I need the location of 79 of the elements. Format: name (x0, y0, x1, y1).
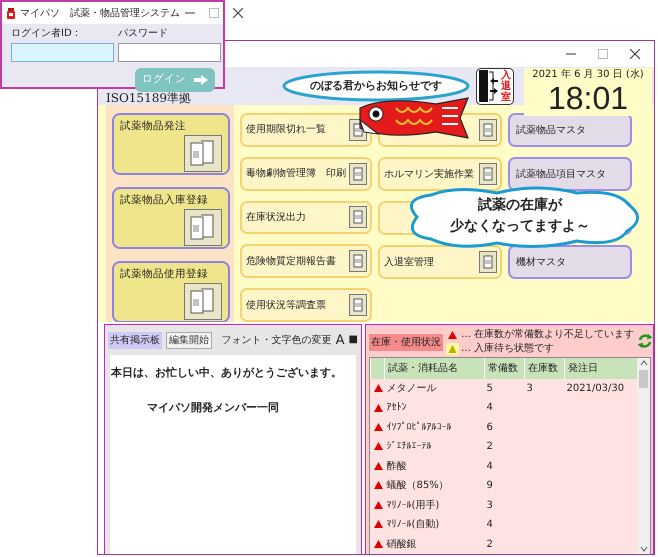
table-cell-text: 蟻酸（85%） (386, 478, 450, 494)
jar-icon (184, 208, 222, 246)
menu-button[interactable]: ホルマリン実施作業 (378, 157, 502, 191)
table-cell-text: 4 (486, 401, 494, 416)
menu-button[interactable]: 使用期限切れ一覧 (240, 113, 372, 147)
table-cell-text: ｼﾞｴﾁﾙｴｰﾃﾙ (386, 440, 432, 454)
bottle-icon (7, 8, 15, 18)
menu-button[interactable]: 毒物劇物管理簿 印刷 (240, 156, 372, 191)
menu-button[interactable]: 試薬物品入庫登録 (112, 187, 230, 249)
table-cell-text: 3 (486, 498, 494, 513)
table-cell-text: 2 (486, 440, 494, 454)
edit-button[interactable]: 編集開始 (166, 332, 212, 348)
jar-icon (184, 282, 222, 320)
jar-icon (349, 162, 367, 185)
menu-button[interactable]: 試薬物品項目マスタ (508, 157, 632, 191)
table-cell-text: 6 (486, 420, 494, 435)
jar-icon (479, 163, 497, 185)
jar-icon (349, 250, 367, 272)
font-color-label: フォント・文字色の変更 (222, 334, 332, 348)
arrow-icon (194, 75, 208, 85)
menu-button[interactable]: 試薬物品使用登録 (112, 261, 230, 322)
scrollbar-thumb[interactable] (639, 370, 648, 388)
id-field[interactable] (11, 43, 114, 62)
table-cell-text: 酢酸 (386, 460, 408, 474)
stock-title: 在庫・使用状況 (369, 334, 443, 351)
message-text: マイパソ開発メンバー一同 (147, 400, 279, 416)
legend-text: … 入庫待ち状態です (461, 342, 554, 356)
table-cell-text: ﾏﾘﾉｰﾙ(用手) (386, 498, 440, 513)
table-cell-text: 4 (486, 518, 494, 532)
window-title: マイパソ 試薬・物品管理システム (20, 6, 180, 20)
notice-text: のぼる君からお知らせです (310, 78, 442, 94)
board-title: 共有掲示板 (108, 332, 162, 348)
table-cell-text: 硝酸銀 (386, 538, 418, 552)
jar-icon (184, 134, 222, 172)
date-label: 2021 年 6 月 30 日 (水) (531, 68, 645, 81)
table-cell-text: 4 (486, 460, 494, 474)
message-text: 本日は、お忙しい中、ありがとうございます。 (111, 365, 342, 381)
menu-button[interactable]: 危険物質定期報告書 (240, 244, 372, 278)
jar-icon (479, 251, 497, 273)
font-button[interactable]: A (336, 334, 345, 346)
table-cell-text: 9 (486, 479, 494, 494)
jar-icon (479, 119, 497, 141)
door-arrows-icon (479, 70, 499, 102)
menu-button[interactable]: 機材マスタ (508, 245, 632, 279)
jar-icon (349, 294, 367, 316)
password-field[interactable] (118, 43, 221, 62)
color-button[interactable]: ■ (348, 335, 358, 345)
alert-text: 試薬の在庫が (478, 196, 562, 215)
menu-button[interactable]: 試薬物品発注 (112, 113, 230, 175)
jar-icon (349, 206, 367, 228)
table-cell: 2021/03/30 (564, 378, 637, 398)
table-cell-text: ﾏﾘﾉｰﾙ(自動) (386, 518, 440, 532)
field-label: ログイン者ID： (11, 26, 83, 41)
scroll-up-icon[interactable] (640, 360, 648, 366)
scroll-down-icon[interactable] (640, 546, 648, 552)
column-header[interactable]: 在庫数 (524, 358, 564, 379)
door-label: 入退室 (501, 70, 511, 103)
field-label: パスワード (118, 27, 169, 41)
menu-button[interactable]: 入退室管理 (378, 245, 502, 279)
table-cell: メタノール (384, 378, 484, 398)
refresh-icon[interactable] (637, 333, 654, 349)
close-icon[interactable] (233, 8, 243, 18)
clock-time: 18:01 (546, 81, 630, 115)
close-icon[interactable] (630, 49, 640, 59)
table-cell-text: ｲｿﾌﾟﾛﾋﾟﾙｱﾙｺｰﾙ (386, 420, 452, 435)
menu-button[interactable]: 在庫状況出力 (240, 200, 372, 234)
column-header[interactable]: 試薬・消耗品名 (384, 358, 484, 379)
legend-text: … 在庫数が常備数より不足しています (461, 328, 634, 342)
table-cell-text: ｱｾﾄﾝ (386, 401, 408, 416)
menu-button[interactable]: 試薬物品マスタ (508, 113, 632, 147)
door-sign[interactable]: 入退室 (476, 68, 514, 105)
standard-label: ISO15189準拠 (106, 92, 191, 105)
alert-text: 少なくなってますよ～ (450, 217, 590, 236)
column-header[interactable]: 常備数 (484, 358, 524, 379)
table-cell: 3 (524, 378, 564, 398)
column-header[interactable]: 発注日 (564, 358, 637, 379)
table-cell: 5 (484, 378, 524, 398)
menu-button[interactable]: 使用状況等調査票 (240, 288, 372, 322)
table-cell-text: 2 (486, 538, 494, 552)
